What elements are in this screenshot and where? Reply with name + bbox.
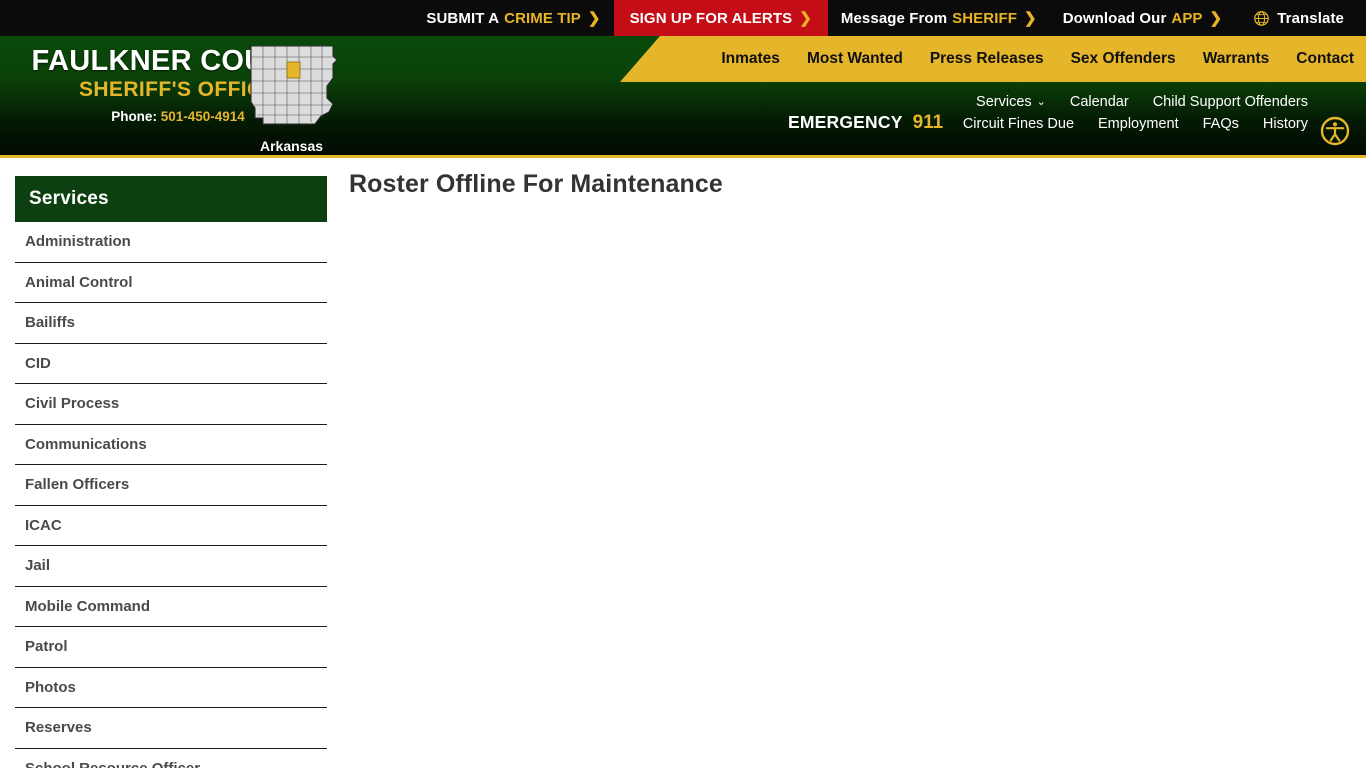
message-from-sheriff-text: Message From (840, 9, 948, 27)
submit-crime-tip-accent: CRIME TIP (504, 9, 581, 27)
nav-item-press-releases[interactable]: Press Releases (930, 50, 1044, 68)
page-body: Services Administration Animal Control B… (0, 158, 1366, 768)
secondary-nav: Services ⌄ Calendar Child Support Offende… (788, 94, 1308, 134)
chevron-down-icon: ⌄ (1036, 96, 1046, 108)
sidebar-item-mobile-command[interactable]: Mobile Command (15, 587, 327, 627)
download-app-link[interactable]: Download Our APP ❯ (1050, 0, 1236, 36)
map-caption: Arkansas (259, 138, 324, 154)
download-app-text: Download Our (1062, 9, 1167, 27)
accessibility-icon[interactable] (1320, 116, 1350, 151)
primary-nav: Inmates Most Wanted Press Releases Sex O… (620, 36, 1366, 82)
nav-item-circuit-fines-due[interactable]: Circuit Fines Due (963, 116, 1074, 132)
emergency-info: EMERGENCY 911 (788, 112, 943, 134)
chevron-right-icon: ❯ (587, 9, 601, 27)
translate-label: Translate (1277, 9, 1344, 27)
arkansas-map: Arkansas (241, 38, 342, 154)
nav-item-services-label: Services (976, 94, 1032, 110)
chevron-right-icon: ❯ (1209, 9, 1223, 27)
chevron-right-icon: ❯ (1024, 9, 1037, 27)
sign-up-alerts-link[interactable]: SIGN UP FOR ALERTS ❯ (613, 0, 828, 36)
nav-item-sex-offenders[interactable]: Sex Offenders (1071, 50, 1176, 68)
chevron-right-icon: ❯ (799, 9, 812, 27)
main-content: Roster Offline For Maintenance (341, 158, 1366, 765)
download-app-accent: APP (1171, 9, 1203, 27)
nav-item-employment[interactable]: Employment (1098, 116, 1179, 132)
nav-item-faqs[interactable]: FAQs (1203, 116, 1239, 132)
nav-item-most-wanted[interactable]: Most Wanted (807, 50, 903, 68)
sidebar-item-bailiffs[interactable]: Bailiffs (15, 303, 327, 344)
emergency-number: 911 (912, 112, 944, 133)
site-masthead: Inmates Most Wanted Press Releases Sex O… (0, 36, 1366, 158)
sidebar-item-icac[interactable]: ICAC (15, 506, 327, 546)
sidebar-item-jail[interactable]: Jail (15, 546, 327, 587)
nav-item-warrants[interactable]: Warrants (1203, 50, 1270, 68)
top-utility-bar: SUBMIT A CRIME TIP ❯ SIGN UP FOR ALERTS … (0, 0, 1366, 36)
nav-item-services[interactable]: Services ⌄ (976, 94, 1046, 110)
sidebar-item-civil-process[interactable]: Civil Process (15, 384, 327, 425)
sidebar-item-patrol[interactable]: Patrol (15, 627, 327, 668)
nav-item-history[interactable]: History (1263, 116, 1308, 132)
secondary-nav-row-2: Circuit Fines Due Employment FAQs Histor… (963, 116, 1308, 132)
brand-phone-label: Phone: (111, 108, 157, 124)
sidebar-item-school-resource-officer[interactable]: School Resource Officer (15, 749, 327, 768)
services-sidebar: Services Administration Animal Control B… (0, 158, 341, 768)
arkansas-map-icon (250, 45, 338, 125)
secondary-nav-row-1: Services ⌄ Calendar Child Support Offende… (976, 94, 1308, 110)
message-from-sheriff-link[interactable]: Message From SHERIFF ❯ (828, 0, 1050, 36)
sidebar-item-reserves[interactable]: Reserves (15, 708, 327, 749)
emergency-label: EMERGENCY (788, 112, 903, 132)
nav-item-child-support-offenders[interactable]: Child Support Offenders (1153, 94, 1308, 110)
sidebar-item-communications[interactable]: Communications (15, 425, 327, 465)
submit-crime-tip-text: SUBMIT A (426, 9, 500, 27)
submit-crime-tip-link[interactable]: SUBMIT A CRIME TIP ❯ (413, 0, 613, 36)
nav-item-inmates[interactable]: Inmates (721, 50, 780, 68)
sign-up-alerts-text: SIGN UP FOR ALERTS (629, 9, 793, 27)
nav-item-contact[interactable]: Contact (1296, 50, 1354, 68)
page-title: Roster Offline For Maintenance (349, 170, 723, 198)
sidebar-item-fallen-officers[interactable]: Fallen Officers (15, 465, 327, 506)
message-from-sheriff-accent: SHERIFF (952, 9, 1018, 27)
sidebar-item-animal-control[interactable]: Animal Control (15, 263, 327, 303)
sidebar-header: Services (15, 176, 327, 222)
nav-item-calendar[interactable]: Calendar (1070, 94, 1129, 110)
sidebar-item-cid[interactable]: CID (15, 344, 327, 384)
header-icon-rail (1320, 116, 1350, 155)
sidebar-item-administration[interactable]: Administration (15, 222, 327, 263)
translate-link[interactable]: Translate (1235, 0, 1366, 36)
brand-phone-number[interactable]: 501-450-4914 (161, 109, 245, 124)
sidebar-item-photos[interactable]: Photos (15, 668, 327, 708)
globe-icon (1253, 10, 1270, 27)
